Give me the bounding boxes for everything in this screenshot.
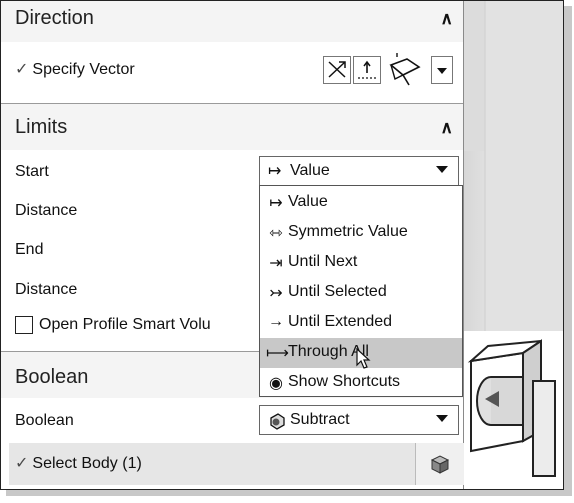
start-label: Start	[15, 163, 49, 180]
chevron-down-icon	[437, 68, 447, 74]
select-body-label: ✓ Select Body (1)	[15, 455, 142, 472]
open-profile-checkbox[interactable]	[15, 316, 33, 334]
distance-label: Distance	[15, 202, 78, 219]
value-icon: ↦	[269, 195, 283, 212]
until-extended-icon: →	[268, 313, 284, 330]
boolean-dropdown[interactable]: Subtract	[259, 405, 459, 435]
limits-section-header[interactable]: Limits ∧	[1, 103, 463, 150]
until-selected-icon: ↣	[269, 285, 283, 302]
menu-item-symmetric-value[interactable]: ⇿ Symmetric Value	[260, 218, 462, 248]
chevron-down-icon	[436, 415, 448, 422]
vector-dialog-button[interactable]	[323, 56, 351, 84]
specify-vector-row[interactable]: ✓ Specify Vector	[15, 59, 135, 79]
boolean-title: Boolean	[15, 366, 89, 388]
menu-item-through-all[interactable]: ⟼ Through All	[260, 338, 462, 369]
value-icon: ↦	[268, 163, 282, 180]
menu-item-value[interactable]: ↦ Value	[260, 188, 462, 218]
until-next-icon: ⇥	[269, 255, 283, 272]
menu-item-show-shortcuts[interactable]: ◉ Show Shortcuts	[260, 368, 462, 398]
subtract-icon	[270, 413, 285, 430]
direction-title: Direction	[15, 7, 94, 29]
checkmark-icon: ✓	[15, 61, 29, 78]
select-body-row[interactable]: ✓ Select Body (1)	[9, 443, 464, 485]
menu-item-until-selected[interactable]: ↣ Until Selected	[260, 278, 462, 308]
through-all-icon: ⟼	[266, 345, 289, 362]
collapse-caret-icon[interactable]: ∧	[441, 9, 453, 29]
start-dropdown[interactable]: ↦ Value	[259, 156, 459, 186]
boolean-label: Boolean	[15, 412, 74, 429]
collapse-caret-icon[interactable]: ∧	[441, 118, 453, 138]
eye-icon: ◉	[269, 375, 283, 392]
direction-section-header[interactable]: Direction ∧	[1, 1, 463, 42]
inferred-vector-button[interactable]	[353, 56, 381, 84]
vector-cross-icon	[328, 61, 346, 78]
start-limit-menu: ↦ Value ⇿ Symmetric Value ⇥ Until Next ↣…	[259, 185, 463, 397]
limits-title: Limits	[15, 116, 68, 138]
checkmark-icon: ✓	[15, 455, 29, 472]
inferred-vector-icon	[358, 60, 376, 79]
dialog-window: Direction ∧ ✓ Specify Vector Limits ∧ St…	[0, 0, 564, 490]
chevron-down-icon	[436, 166, 448, 173]
model-preview	[463, 1, 563, 489]
solid-body-icon	[430, 455, 450, 474]
graphics-viewport[interactable]	[463, 1, 563, 489]
open-profile-label: Open Profile Smart Volu	[39, 316, 211, 333]
mouse-cursor-icon	[356, 348, 371, 369]
end-label: End	[15, 241, 44, 258]
specify-vector-label: Specify Vector	[32, 61, 135, 78]
symmetric-value-icon: ⇿	[269, 225, 283, 242]
start-value: Value	[290, 162, 330, 179]
boolean-value: Subtract	[290, 411, 350, 428]
vector-type-button[interactable]	[383, 53, 427, 87]
menu-item-until-next[interactable]: ⇥ Until Next	[260, 248, 462, 278]
distance-label: Distance	[15, 281, 78, 298]
select-body-button[interactable]	[415, 443, 464, 485]
face-normal-icon	[389, 53, 421, 86]
vector-type-dropdown[interactable]	[431, 56, 453, 84]
menu-item-until-extended[interactable]: → Until Extended	[260, 308, 462, 338]
